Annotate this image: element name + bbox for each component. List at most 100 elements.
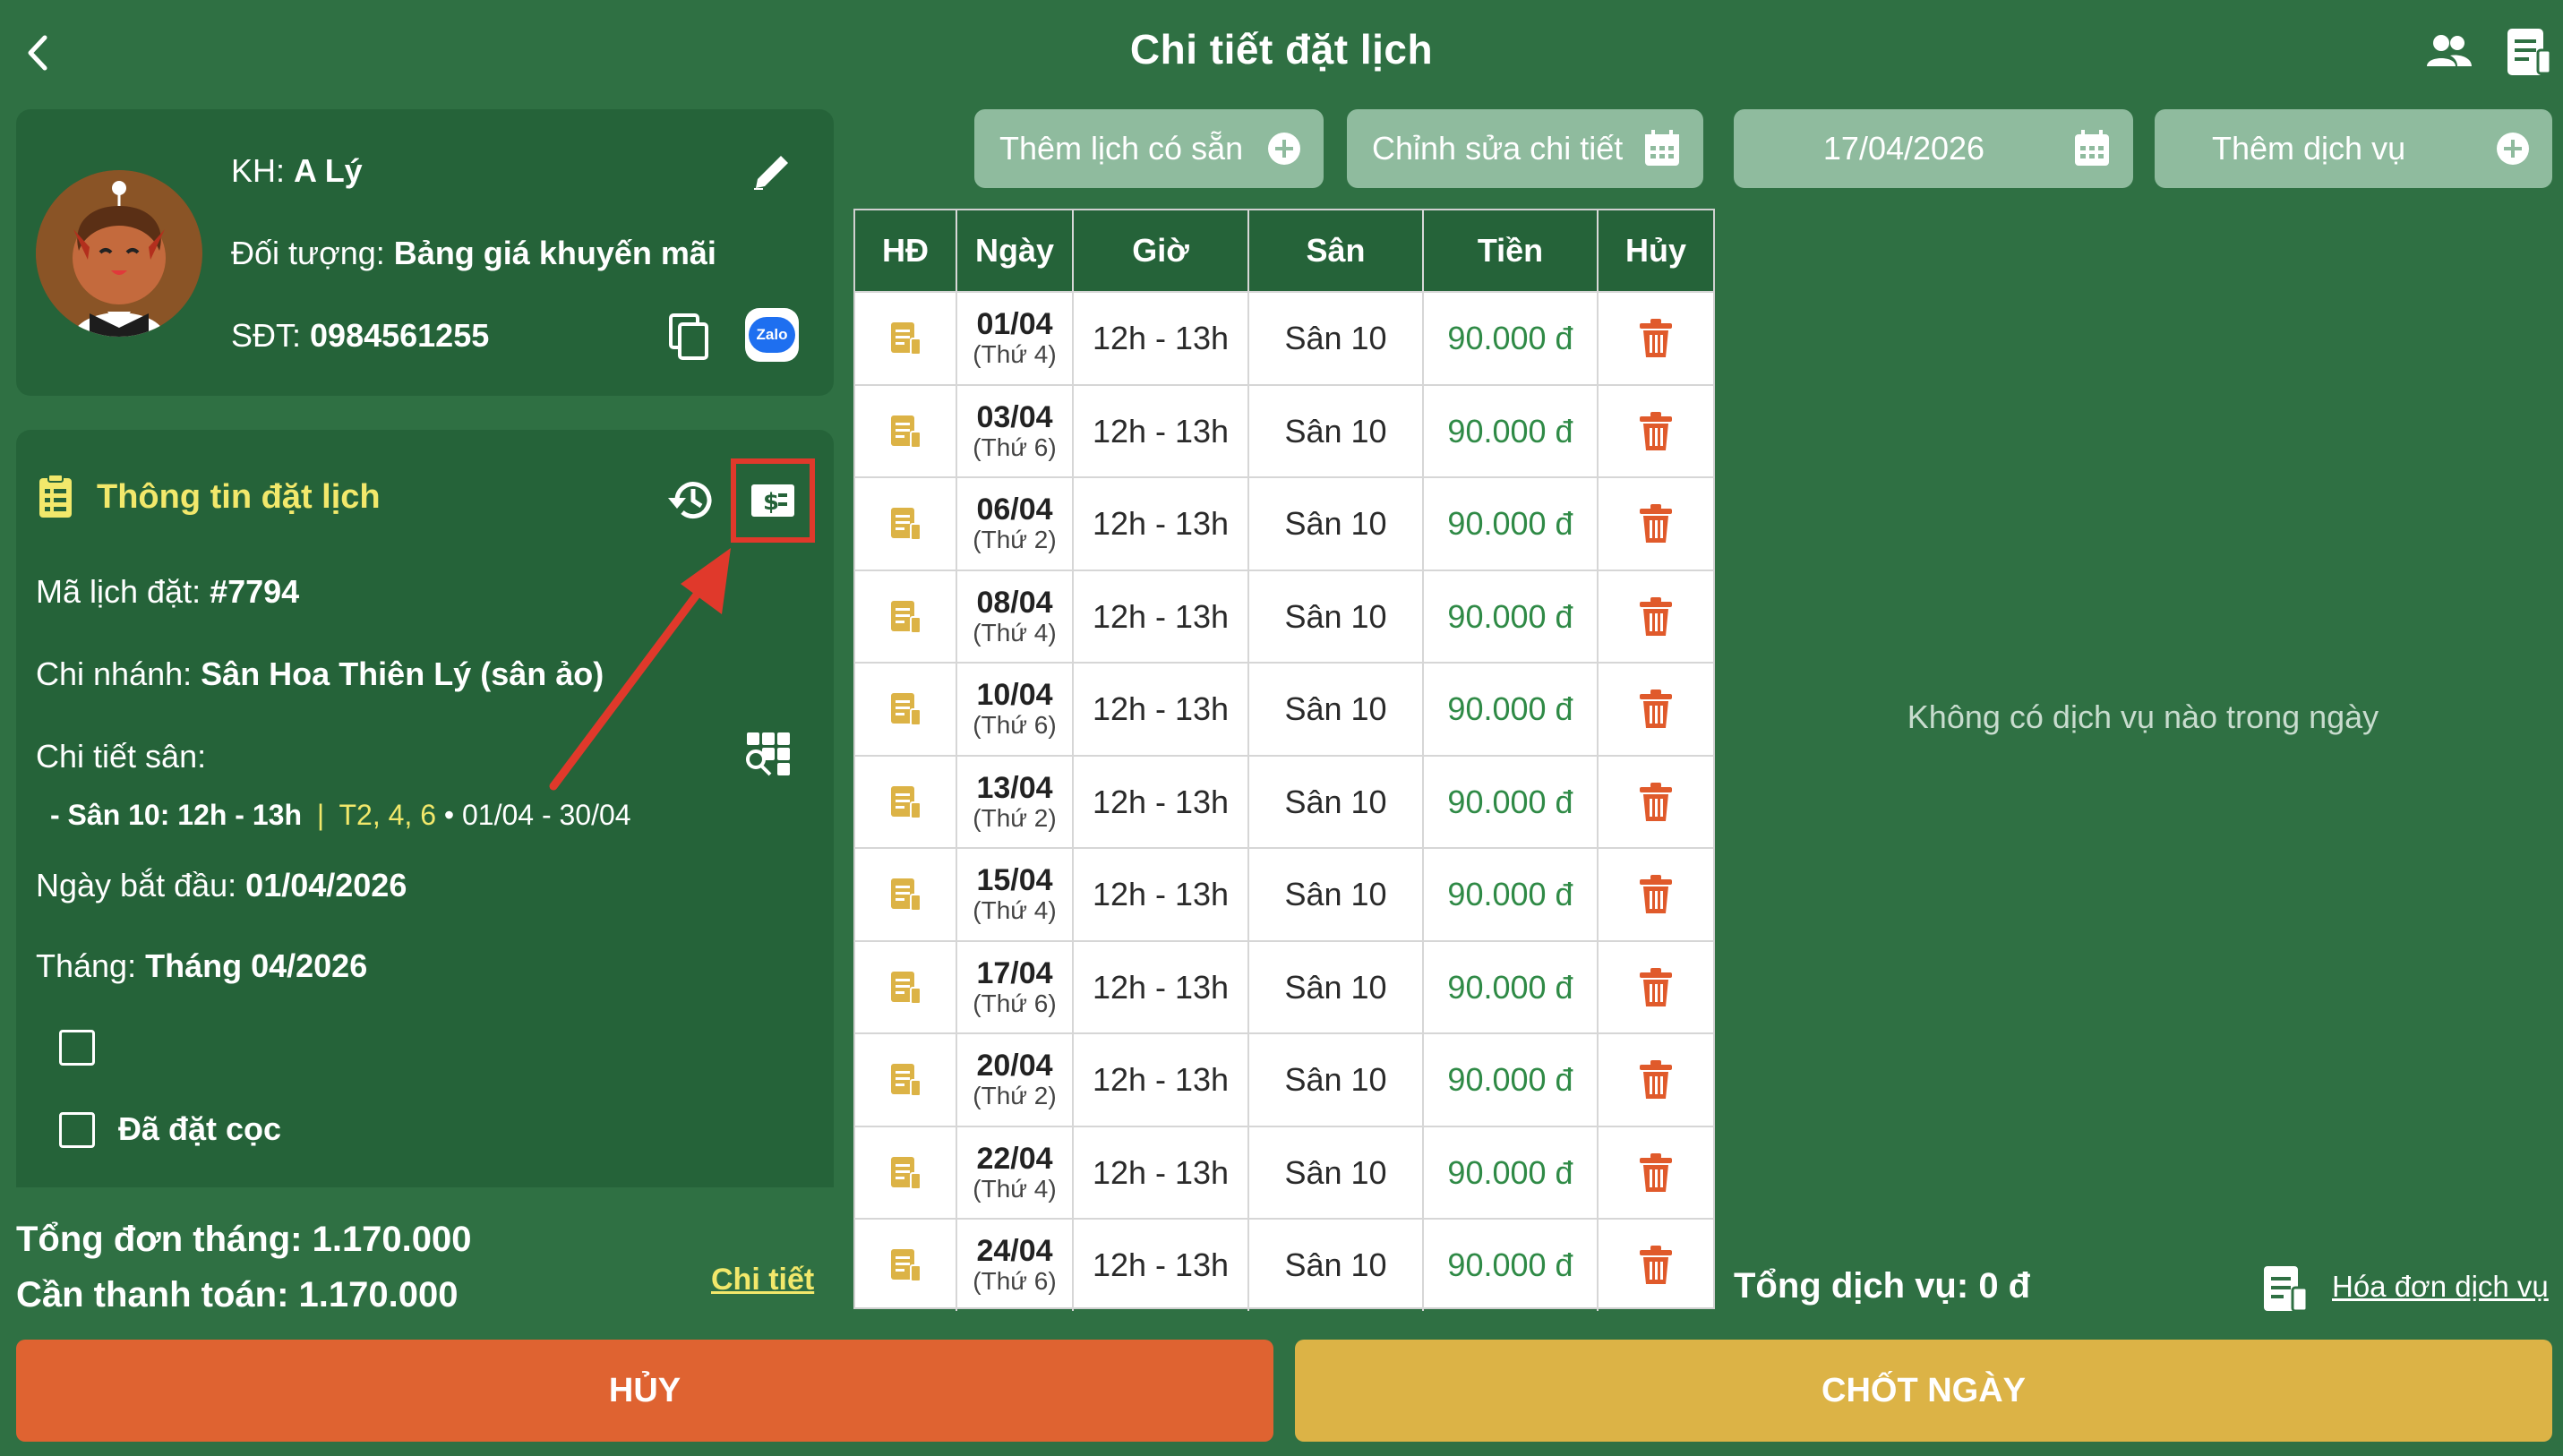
table-row: 13/04 (Thứ 2) 12h - 13h Sân 10 90.000 đ bbox=[855, 754, 1713, 848]
option-checkbox[interactable] bbox=[59, 1030, 95, 1066]
row-price: 90.000 đ bbox=[1424, 1220, 1599, 1311]
service-invoice-link[interactable]: Hóa đơn dịch vụ bbox=[2332, 1270, 2549, 1304]
trash-icon bbox=[1640, 875, 1672, 913]
invoice-button[interactable] bbox=[855, 941, 957, 1033]
invoice-button[interactable] bbox=[855, 664, 957, 755]
row-date: 03/04 (Thứ 6) bbox=[957, 385, 1074, 477]
header-price: Tiền bbox=[1424, 210, 1599, 291]
calendar-icon bbox=[1645, 130, 1679, 166]
weekday-value: (Thứ 4) bbox=[973, 1174, 1057, 1203]
row-price: 90.000 đ bbox=[1424, 1034, 1599, 1126]
delete-button[interactable] bbox=[1599, 757, 1713, 848]
deposit-checkbox[interactable] bbox=[59, 1112, 95, 1148]
row-price: 90.000 đ bbox=[1424, 849, 1599, 940]
date-value: 22/04 bbox=[976, 1141, 1053, 1176]
copy-icon bbox=[669, 313, 708, 360]
delete-button[interactable] bbox=[1599, 571, 1713, 663]
page-title: Chi tiết đặt lịch bbox=[1129, 26, 1434, 73]
date-value: 13/04 bbox=[976, 770, 1053, 805]
invoice-icon bbox=[891, 600, 921, 634]
date-picker[interactable]: 17/04/2026 bbox=[1734, 109, 2133, 188]
date-value: 01/04 bbox=[976, 307, 1053, 342]
customer-type: Đối tượng: Bảng giá khuyến mãi bbox=[231, 235, 716, 271]
delete-button[interactable] bbox=[1599, 1034, 1713, 1126]
history-button[interactable] bbox=[663, 471, 720, 528]
invoice-icon bbox=[891, 415, 921, 449]
trash-icon bbox=[1640, 1152, 1672, 1192]
table-row: 01/04 (Thứ 4) 12h - 13h Sân 10 90.000 đ bbox=[855, 291, 1713, 384]
row-court: Sân 10 bbox=[1249, 941, 1424, 1033]
delete-button[interactable] bbox=[1599, 1220, 1713, 1311]
delete-button[interactable] bbox=[1599, 478, 1713, 570]
trash-icon bbox=[1640, 319, 1672, 357]
detail-link[interactable]: Chi tiết bbox=[711, 1263, 814, 1298]
delete-button[interactable] bbox=[1599, 386, 1713, 477]
row-time: 12h - 13h bbox=[1074, 570, 1249, 663]
invoice-icon bbox=[891, 1064, 921, 1097]
service-total: Tổng dịch vụ: 0 đ bbox=[1734, 1266, 2031, 1306]
invoice-button[interactable] bbox=[855, 1220, 957, 1311]
row-date: 13/04 (Thứ 2) bbox=[957, 756, 1074, 848]
weekday-value: (Thứ 6) bbox=[973, 1267, 1057, 1296]
row-date: 22/04 (Thứ 4) bbox=[957, 1126, 1074, 1219]
delete-button[interactable] bbox=[1599, 293, 1713, 384]
month-total: Tổng đơn tháng: 1.170.000 bbox=[16, 1220, 472, 1259]
weekday-value: (Thứ 6) bbox=[973, 711, 1057, 740]
invoice-icon bbox=[891, 785, 921, 819]
row-court: Sân 10 bbox=[1249, 756, 1424, 848]
delete-button[interactable] bbox=[1599, 1127, 1713, 1219]
booking-list-button[interactable] bbox=[2499, 23, 2556, 81]
date-value: 15/04 bbox=[976, 863, 1053, 898]
court-detail-label: Chi tiết sân: bbox=[36, 738, 207, 775]
row-time: 12h - 13h bbox=[1074, 1126, 1249, 1219]
row-date: 06/04 (Thứ 2) bbox=[957, 478, 1074, 570]
plus-circle-icon bbox=[1268, 133, 1300, 165]
row-date: 01/04 (Thứ 4) bbox=[957, 293, 1074, 384]
row-price: 90.000 đ bbox=[1424, 293, 1599, 384]
invoice-button[interactable] bbox=[855, 849, 957, 940]
date-value: 20/04 bbox=[976, 1049, 1053, 1083]
header-cancel: Hủy bbox=[1624, 232, 1686, 269]
schedule-table: HĐ Ngày Giờ Sân Tiền Hủy 01/04 (Thứ 4) 12h… bbox=[853, 209, 1715, 1311]
invoice-button[interactable] bbox=[855, 756, 957, 848]
close-day-button[interactable]: CHỐT NGÀY bbox=[1295, 1340, 2552, 1442]
invoice-icon bbox=[891, 1156, 921, 1190]
table-row: 24/04 (Thứ 6) 12h - 13h Sân 10 90.000 đ bbox=[855, 1218, 1713, 1311]
invoice-button[interactable] bbox=[855, 570, 957, 663]
edit-customer-button[interactable] bbox=[743, 143, 801, 201]
row-court: Sân 10 bbox=[1249, 1220, 1424, 1311]
money-bill-icon: $ bbox=[751, 484, 794, 517]
court-detail-line: - Sân 10: 12h - 13h | T2, 4, 6 • 01/04 -… bbox=[50, 799, 631, 831]
table-row: 08/04 (Thứ 4) 12h - 13h Sân 10 90.000 đ bbox=[855, 569, 1713, 663]
add-schedule-label: Thêm lịch có sẵn bbox=[999, 130, 1244, 167]
invoice-button[interactable] bbox=[855, 478, 957, 570]
row-time: 12h - 13h bbox=[1074, 941, 1249, 1033]
edit-detail-button[interactable]: Chỉnh sửa chi tiết bbox=[1347, 109, 1703, 188]
invoice-button[interactable] bbox=[855, 1126, 957, 1219]
header-date: Ngày bbox=[957, 210, 1074, 291]
date-value: 03/04 bbox=[976, 399, 1053, 434]
add-service-button[interactable]: Thêm dịch vụ bbox=[2155, 109, 2552, 188]
cancel-button[interactable]: HỦY bbox=[16, 1340, 1273, 1442]
customer-name: KH: A Lý bbox=[231, 152, 363, 189]
delete-button[interactable] bbox=[1599, 664, 1713, 755]
copy-phone-button[interactable] bbox=[661, 308, 718, 365]
court-grid-button[interactable] bbox=[740, 725, 797, 783]
table-header: HĐ Ngày Giờ Sân Tiền Hủy bbox=[855, 210, 1713, 291]
date-value: 06/04 bbox=[976, 492, 1053, 527]
delete-button[interactable] bbox=[1599, 942, 1713, 1033]
row-time: 12h - 13h bbox=[1074, 756, 1249, 848]
row-court: Sân 10 bbox=[1249, 664, 1424, 755]
delete-button[interactable] bbox=[1599, 849, 1713, 940]
zalo-button[interactable]: Zalo bbox=[745, 308, 799, 362]
plus-circle-icon bbox=[2497, 133, 2529, 165]
add-schedule-button[interactable]: Thêm lịch có sẵn bbox=[974, 109, 1324, 188]
table-row: 20/04 (Thứ 2) 12h - 13h Sân 10 90.000 đ bbox=[855, 1032, 1713, 1126]
users-button[interactable] bbox=[2420, 23, 2477, 81]
row-court: Sân 10 bbox=[1249, 293, 1424, 384]
invoice-button[interactable] bbox=[855, 1034, 957, 1126]
invoice-button[interactable] bbox=[855, 293, 957, 384]
date-value: 08/04 bbox=[976, 585, 1053, 620]
payment-button[interactable]: $ bbox=[731, 458, 815, 543]
invoice-button[interactable] bbox=[855, 385, 957, 477]
